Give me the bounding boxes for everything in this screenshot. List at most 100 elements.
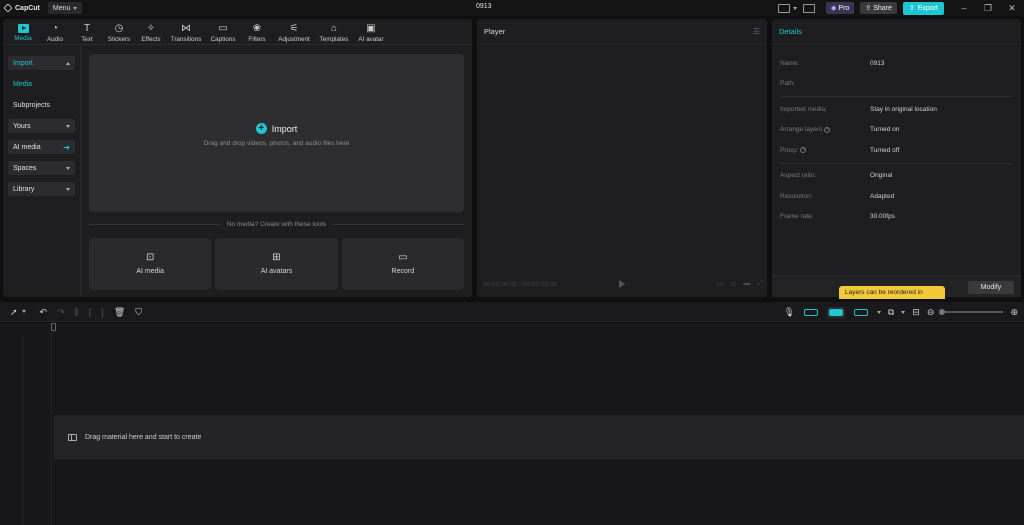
tab-adjustment[interactable]: ⚟ Adjustment <box>273 19 315 44</box>
tab-audio[interactable]: ◔ Audio <box>39 19 71 44</box>
chevron-up-icon <box>66 61 70 65</box>
fit-timeline-icon[interactable]: ⊟ <box>912 307 920 318</box>
tab-label: Media <box>14 35 32 42</box>
zoom-out-icon[interactable]: ⊖ <box>927 307 935 318</box>
zoom-slider-knob[interactable] <box>939 309 946 315</box>
layout-icon[interactable] <box>778 3 791 13</box>
detail-label: Path: <box>780 80 796 88</box>
detail-value: 30.00fps <box>870 213 895 221</box>
chevron-down-icon <box>73 6 78 10</box>
tab-transitions[interactable]: ⋈ Transitions <box>167 19 205 44</box>
tab-ai-avatar[interactable]: ▣ AI avatar <box>353 19 389 44</box>
menu-icon[interactable]: ☰ <box>753 27 760 36</box>
menu-label: Menu <box>52 4 71 12</box>
divider <box>780 96 1013 97</box>
pro-button[interactable]: ◆ Pro <box>826 2 855 14</box>
restore-icon[interactable]: ❐ <box>976 3 1000 14</box>
tab-label: Effects <box>141 36 161 43</box>
keyboard-icon[interactable] <box>803 3 816 13</box>
fit-icon[interactable]: ⊙ <box>731 280 737 288</box>
tab-label: AI avatar <box>358 36 384 43</box>
magnet-icon <box>803 308 818 316</box>
sidebar-item-subprojects[interactable]: Subprojects <box>8 98 75 112</box>
sidebar-item-yours[interactable]: Yours <box>8 119 75 133</box>
detail-row-proxy: Proxy:? Turned off <box>780 140 1013 161</box>
adjustment-icon: ⚟ <box>289 23 299 34</box>
project-title: 0913 <box>476 3 492 10</box>
delete-icon[interactable]: 🗑 <box>114 307 125 317</box>
minimize-icon[interactable]: – <box>952 3 976 13</box>
chevron-down-icon[interactable] <box>793 6 798 10</box>
tab-media[interactable]: Media <box>7 19 39 44</box>
import-dropzone[interactable]: + Import Drag and drop videos, photos, a… <box>89 54 464 212</box>
filters-icon: ❀ <box>252 23 262 34</box>
tools-prompt: No media? Create with these tools <box>226 221 327 228</box>
linkage-button[interactable] <box>852 307 870 318</box>
sidebar-item-media[interactable]: Media <box>8 77 75 91</box>
record-card[interactable]: ▭ Record <box>341 238 464 290</box>
chevron-down-icon[interactable] <box>901 310 906 314</box>
player-title: Player <box>484 27 506 36</box>
play-icon[interactable] <box>619 280 625 288</box>
sidebar-item-ai-media[interactable]: AI media ➜ <box>8 140 75 154</box>
tab-effects[interactable]: ✧ Effects <box>135 19 167 44</box>
tools-divider: No media? Create with these tools <box>89 221 465 228</box>
timecode: 00:00:00:00 / 00:00:00:00 <box>483 280 558 288</box>
menu-button[interactable]: Menu <box>47 2 83 14</box>
media-icon <box>17 24 29 33</box>
tool-label: AI avatars <box>260 268 293 275</box>
shield-icon[interactable]: ⛉ <box>135 307 142 317</box>
undo-icon[interactable]: ↶ <box>40 307 48 317</box>
ai-avatars-card[interactable]: ⊞ AI avatars <box>215 238 338 290</box>
sidebar-item-library[interactable]: Library <box>8 182 75 196</box>
chevron-down-icon[interactable] <box>876 310 881 314</box>
split-icon[interactable]: ⫼ <box>75 307 79 317</box>
auto-snap-button[interactable] <box>826 306 845 318</box>
pro-label: Pro <box>838 4 850 12</box>
microphone-icon[interactable]: 🎙 <box>783 307 794 318</box>
ai-avatars-icon: ⊞ <box>272 252 281 263</box>
help-icon[interactable]: ? <box>800 147 807 154</box>
timeline[interactable]: Drag material here and start to create <box>0 323 1024 525</box>
help-icon[interactable]: ? <box>824 126 831 133</box>
split-right-icon[interactable]: ] <box>101 307 104 317</box>
quality-icon[interactable]: ▬ <box>743 280 750 288</box>
select-cursor-icon[interactable]: ➚ <box>10 307 18 317</box>
main-track-dropzone[interactable]: Drag material here and start to create <box>54 415 1024 459</box>
modify-button[interactable]: Modify <box>968 281 1014 294</box>
tab-templates[interactable]: ⌂ Templates <box>315 19 353 44</box>
tab-stickers[interactable]: ◷ Stickers <box>103 19 135 44</box>
main-track-magnet-button[interactable] <box>802 307 820 318</box>
split-left-icon[interactable]: [ <box>89 307 92 317</box>
zoom-in-icon[interactable]: ⊕ <box>1010 307 1018 318</box>
ai-avatar-icon: ▣ <box>366 23 376 34</box>
divider <box>780 162 1013 164</box>
divider <box>89 224 221 225</box>
sidebar-item-spaces[interactable]: Spaces <box>8 161 75 175</box>
import-button[interactable]: + Import <box>255 123 297 134</box>
detail-value: Turned on <box>870 126 900 134</box>
playhead-handle[interactable] <box>51 323 56 331</box>
redo-icon[interactable]: ↷ <box>57 307 65 317</box>
detail-label: Resolution: <box>780 192 813 200</box>
film-icon <box>68 433 77 441</box>
preview-axis-icon[interactable]: ⧉ <box>888 307 894 318</box>
drop-hint: Drag and drop videos, photos, and audio … <box>203 140 350 147</box>
tab-label: Transitions <box>170 36 202 43</box>
tab-filters[interactable]: ❀ Filters <box>241 19 273 44</box>
sidebar-item-import[interactable]: Import <box>8 56 75 70</box>
ratio-icon[interactable]: ▭ <box>717 280 724 288</box>
detail-row-arrange-layers: Arrange layers? Turned on <box>780 120 1013 141</box>
close-icon[interactable]: ✕ <box>1000 3 1024 14</box>
ai-media-card[interactable]: ⊡ AI media <box>89 238 212 290</box>
tool-label: AI media <box>136 268 164 275</box>
feature-tabs: Media ◔ Audio T Text ◷ Stickers ✧ Effect… <box>3 19 472 45</box>
export-icon: ⇧ <box>908 5 915 12</box>
tab-captions[interactable]: ▭ Captions <box>205 19 241 44</box>
tab-text[interactable]: T Text <box>71 19 103 44</box>
export-button[interactable]: ⇧ Export <box>902 1 944 15</box>
zoom-slider[interactable] <box>939 309 1004 315</box>
fullscreen-icon[interactable]: ⤢ <box>757 280 763 288</box>
chevron-down-icon[interactable] <box>21 310 26 313</box>
share-button[interactable]: ⇪ Share <box>860 2 897 14</box>
